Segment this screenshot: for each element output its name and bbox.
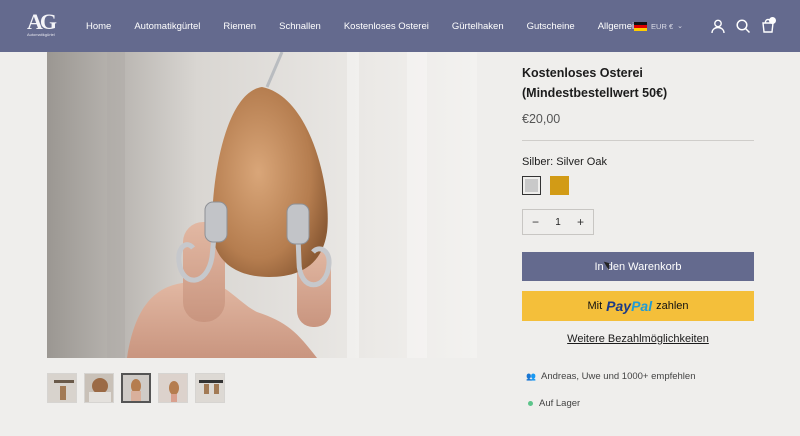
nav-riemen[interactable]: Riemen xyxy=(223,21,256,32)
stock-row: Auf Lager xyxy=(526,398,754,409)
qty-plus-button[interactable]: + xyxy=(577,215,584,229)
germany-flag-icon[interactable] xyxy=(634,21,648,31)
account-icon[interactable] xyxy=(710,18,726,34)
color-swatches xyxy=(522,176,754,195)
people-icon: 👥 xyxy=(526,372,536,381)
site-header: AG Automatikgürtel Home Automatikgürtel … xyxy=(0,0,800,52)
product-photo xyxy=(47,52,477,358)
add-to-cart-button[interactable]: In den Warenkorb xyxy=(522,252,754,281)
header-actions: EUR € ⌄ xyxy=(634,0,776,52)
main-nav: Home Automatikgürtel Riemen Schnallen Ko… xyxy=(86,0,662,52)
thumbnail-5[interactable] xyxy=(195,373,225,403)
currency-selector[interactable]: EUR € xyxy=(651,22,673,31)
chevron-down-icon[interactable]: ⌄ xyxy=(677,22,683,30)
recommend-text: Andreas, Uwe und 1000+ empfehlen xyxy=(541,371,696,382)
nav-kostenloses-osterei[interactable]: Kostenloses Osterei xyxy=(344,21,429,32)
more-payment-options-link[interactable]: Weitere Bezahlmöglichkeiten xyxy=(522,333,754,345)
cart-count-badge xyxy=(769,17,776,24)
thumbnail-2[interactable] xyxy=(84,373,114,403)
paypal-button[interactable]: Mit PayPal zahlen xyxy=(522,291,754,321)
in-stock-dot-icon xyxy=(528,401,533,406)
thumbnail-strip xyxy=(47,373,225,403)
nav-automatikguertel[interactable]: Automatikgürtel xyxy=(134,21,200,32)
nav-schnallen[interactable]: Schnallen xyxy=(279,21,321,32)
swatch-silver[interactable] xyxy=(522,176,541,195)
search-icon[interactable] xyxy=(735,18,751,34)
variant-label: Silber: Silver Oak xyxy=(522,156,607,168)
logo-mark: AG xyxy=(27,9,57,34)
recommend-row: 👥 Andreas, Uwe und 1000+ empfehlen xyxy=(526,371,754,382)
thumbnail-4[interactable] xyxy=(158,373,188,403)
product-title: Kostenloses Osterei (Mindestbestellwert … xyxy=(522,66,668,100)
paypal-prefix: Mit xyxy=(587,300,603,312)
nav-gutscheine[interactable]: Gutscheine xyxy=(527,21,575,32)
logo-subtitle: Automatikgürtel xyxy=(27,32,55,37)
quantity-stepper: − 1 + xyxy=(522,209,594,235)
thumbnail-3[interactable] xyxy=(121,373,151,403)
divider xyxy=(522,140,754,141)
nav-guertelhaken[interactable]: Gürtelhaken xyxy=(452,21,504,32)
paypal-suffix: zahlen xyxy=(656,300,689,312)
brand-logo[interactable]: AG Automatikgürtel xyxy=(27,9,63,38)
product-info: Kostenloses Osterei (Mindestbestellwert … xyxy=(522,52,754,409)
paypal-logo: PayPal xyxy=(606,298,653,314)
product-price: €20,00 xyxy=(522,112,561,126)
thumbnail-1[interactable] xyxy=(47,373,77,403)
swatch-gold[interactable] xyxy=(550,176,569,195)
stock-status: Auf Lager xyxy=(539,398,581,409)
product-main-image[interactable] xyxy=(47,52,477,358)
qty-minus-button[interactable]: − xyxy=(532,215,539,229)
qty-value[interactable]: 1 xyxy=(555,217,561,228)
nav-home[interactable]: Home xyxy=(86,21,111,32)
